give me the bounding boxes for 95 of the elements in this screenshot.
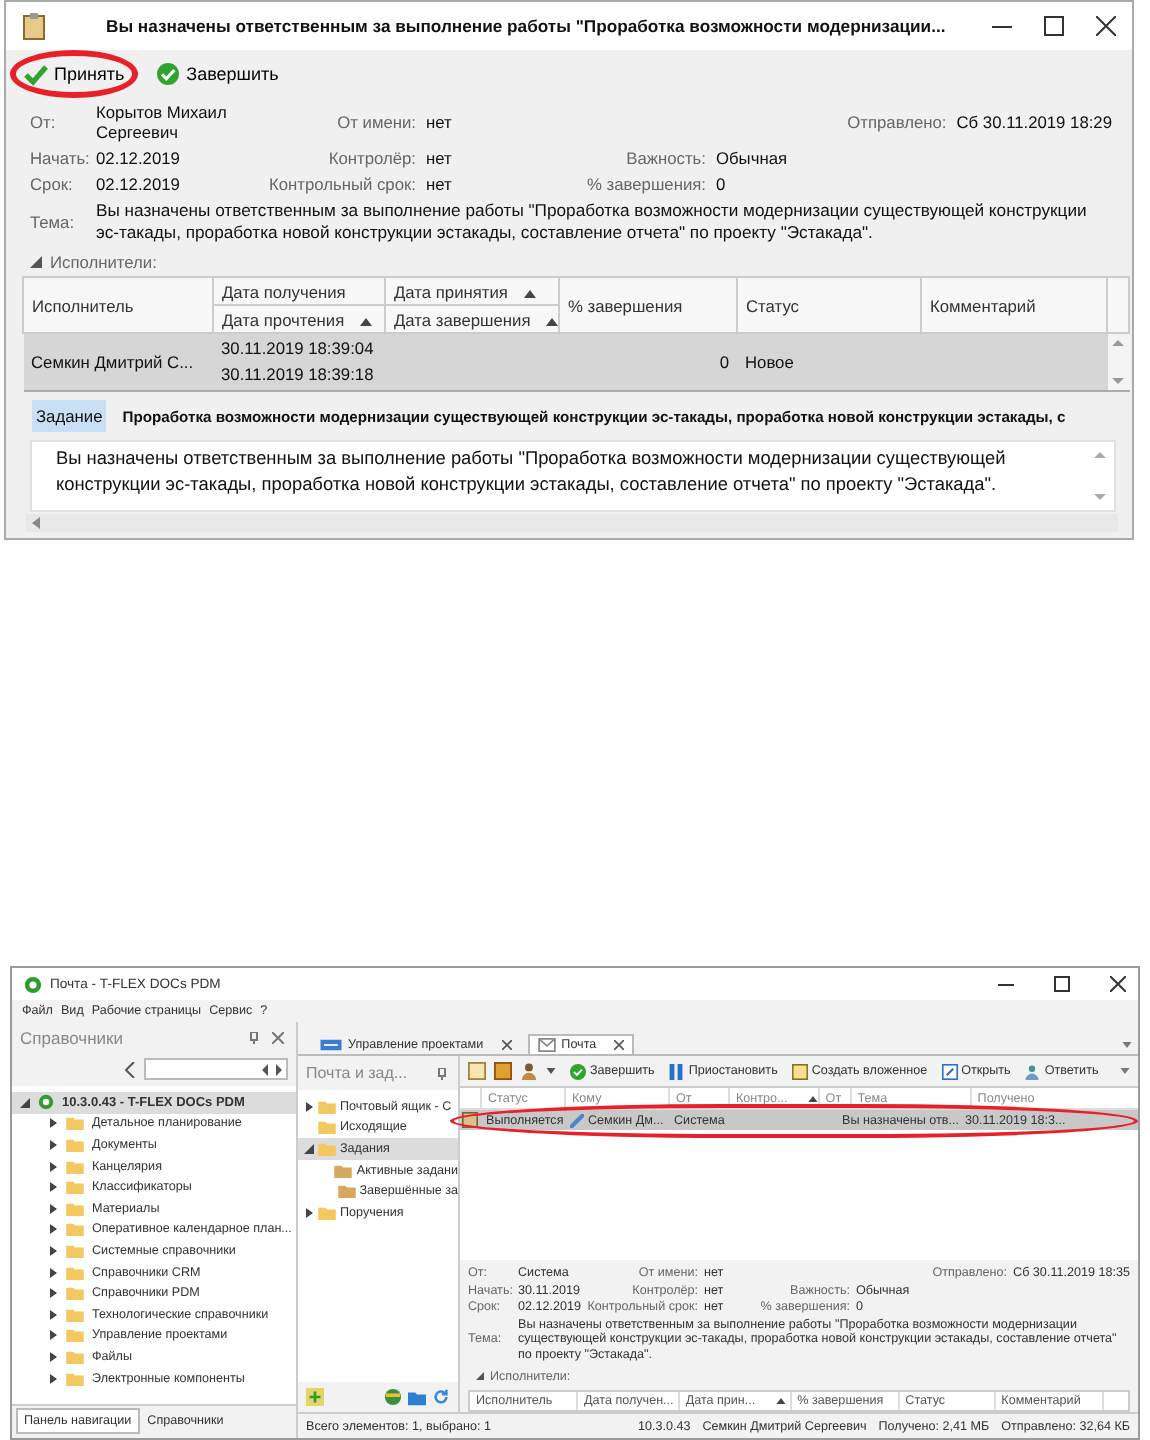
- expander-icon[interactable]: [48, 1139, 58, 1150]
- envelope-icon: [537, 1038, 556, 1052]
- sort-icon: [775, 1398, 786, 1405]
- check-icon: [24, 62, 48, 86]
- field-label: % завершения:: [585, 174, 708, 194]
- expander-icon[interactable]: [48, 1267, 58, 1278]
- expander-icon[interactable]: [48, 1224, 58, 1235]
- check-circle-icon: [570, 1063, 586, 1079]
- close-icon[interactable]: [501, 1040, 512, 1050]
- expander-icon[interactable]: [48, 1203, 58, 1214]
- toolbar-button[interactable]: Завершить: [142, 50, 293, 98]
- table-cell: Семкин Дмитрий С...: [31, 352, 194, 373]
- expander-icon[interactable]: [48, 1118, 58, 1129]
- task-icon[interactable]: [494, 1062, 512, 1080]
- field-label: Контрольный срок:: [266, 174, 418, 194]
- dropdown-icon[interactable]: [1120, 1068, 1130, 1074]
- sort-icon: [523, 289, 536, 298]
- field-value: 02.12.2019: [96, 148, 182, 168]
- field-value: 0: [716, 174, 726, 194]
- globe-icon[interactable]: [384, 1388, 402, 1406]
- field-label: Отправлено:: [845, 112, 949, 132]
- expander-icon[interactable]: [476, 1372, 484, 1381]
- field-label: Начать:: [30, 148, 92, 168]
- field-label: От:: [30, 112, 58, 132]
- document-icon: [791, 1063, 808, 1079]
- message-text: Вы назначены ответственным за выполнение работы "Проработка возможности модернизации существующей конструкции эс-такады, проработка новой конструкции эстакады, составление отчета" по проекту "Эстакада".: [56, 446, 1008, 498]
- expander-icon[interactable]: [48, 1245, 58, 1256]
- field-label: От имени:: [335, 112, 418, 132]
- pin-icon[interactable]: [436, 1067, 448, 1079]
- table-cell: Новое: [745, 352, 794, 373]
- expander-icon[interactable]: [20, 1097, 30, 1108]
- subject-text: Вы назначены ответственным за выполнение работы "Проработка возможности модернизации существующей конструкции эс-такады, проработка новой конструкции эстакады, составление отчета" по проекту "Эстакада".: [96, 200, 1089, 245]
- expander-icon[interactable]: [304, 1143, 314, 1154]
- refresh-icon[interactable]: [432, 1388, 450, 1406]
- field-value: Корытов Михаил Сергеевич: [96, 102, 229, 142]
- edit-icon: [941, 1063, 958, 1079]
- column-header[interactable]: Дата завершения: [385, 305, 559, 334]
- panel-title: Справочники: [20, 1027, 125, 1047]
- expander-icon[interactable]: [48, 1351, 58, 1362]
- table-row[interactable]: Семкин Дмитрий С... 30.11.2019 18:39:04 30.11.2019 18:39:18 0 Новое: [23, 333, 1129, 392]
- window-title: Вы назначены ответственным за выполнение работы "Проработка возможности модернизации...: [104, 16, 948, 36]
- table-cell: 0: [719, 352, 729, 373]
- close-icon[interactable]: [1110, 976, 1126, 992]
- pause-icon: [668, 1063, 685, 1079]
- maximize-icon[interactable]: [1044, 16, 1064, 36]
- expander-icon[interactable]: [304, 1207, 314, 1218]
- check-circle-icon: [156, 62, 181, 86]
- field-label: Контролёр:: [326, 148, 418, 168]
- panel-title: Почта и зад...: [306, 1064, 408, 1082]
- field-label: Срок:: [30, 174, 75, 194]
- dropdown-icon[interactable]: [546, 1068, 556, 1074]
- sort-icon: [807, 1095, 818, 1101]
- project-icon: [320, 1038, 342, 1052]
- close-icon[interactable]: [614, 1040, 625, 1050]
- field-label: Тема:: [30, 212, 77, 233]
- field-value: Сб 30.11.2019 18:29: [956, 112, 1112, 132]
- dropdown-icon[interactable]: [1122, 1042, 1132, 1048]
- column-header[interactable]: Дата принятия: [385, 277, 559, 306]
- column-header[interactable]: Исполнитель: [23, 277, 213, 334]
- expander-icon[interactable]: [48, 1182, 58, 1193]
- nav-arrows-icon[interactable]: [262, 1063, 282, 1075]
- column-header[interactable]: Статус: [737, 277, 921, 334]
- column-header[interactable]: Дата получения: [213, 277, 385, 306]
- task-tab[interactable]: Задание: [32, 400, 107, 433]
- date-text: 30.11.2019 18:39:04: [221, 336, 376, 363]
- date-text: 30.11.2019 18:39:18: [221, 362, 376, 389]
- column-header[interactable]: % завершения: [559, 277, 737, 334]
- field-value: нет: [426, 174, 454, 194]
- search-field[interactable]: [144, 1058, 288, 1080]
- column-header[interactable]: Дата прочтения: [213, 305, 385, 334]
- expander-icon[interactable]: [304, 1101, 314, 1112]
- maximize-icon[interactable]: [1054, 976, 1070, 992]
- expander-icon[interactable]: [48, 1161, 58, 1172]
- expander-icon[interactable]: [30, 256, 42, 269]
- new-task-icon[interactable]: [468, 1062, 486, 1080]
- sort-icon: [546, 317, 559, 326]
- expander-icon[interactable]: [48, 1330, 58, 1341]
- field-value: нет: [426, 112, 454, 132]
- toolbar-button[interactable]: Принять: [10, 50, 139, 98]
- field-label: Важность:: [624, 148, 708, 168]
- field-value: нет: [426, 148, 454, 168]
- section-label: Исполнители:: [50, 252, 157, 273]
- close-icon[interactable]: [1096, 16, 1116, 36]
- field-value: 02.12.2019: [96, 174, 182, 194]
- expander-icon[interactable]: [48, 1373, 58, 1384]
- field-value: Обычная: [716, 148, 788, 168]
- app-logo-icon: [24, 975, 42, 993]
- sort-icon: [360, 317, 373, 326]
- folder-icon[interactable]: [408, 1389, 426, 1405]
- expander-icon[interactable]: [48, 1288, 58, 1299]
- expander-icon[interactable]: [48, 1309, 58, 1320]
- logo-icon: [38, 1094, 54, 1111]
- clipboard-icon: [22, 12, 46, 40]
- column-header[interactable]: Комментарий: [921, 277, 1107, 334]
- pin-icon[interactable]: [248, 1031, 260, 1043]
